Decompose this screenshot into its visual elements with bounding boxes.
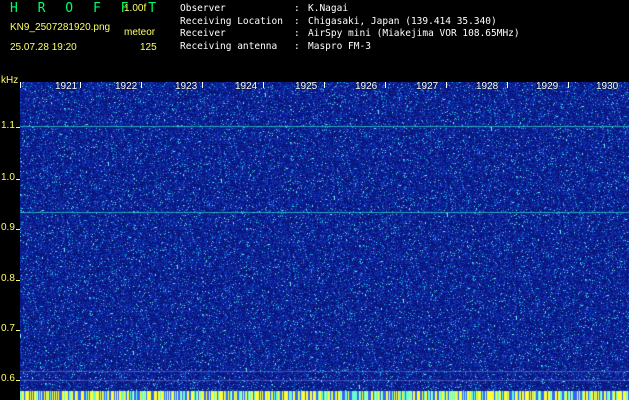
info-separator: : bbox=[294, 40, 300, 52]
spectrogram-plot bbox=[20, 82, 629, 400]
y-tick-label: 1.1 bbox=[1, 120, 15, 131]
header-panel: H R O F F T 1.00f KN9_2507281920.png met… bbox=[0, 0, 629, 78]
frequency-axis: 1.1 1.0 0.9 0.8 0.7 0.6 bbox=[0, 78, 20, 400]
datetime-label: 25.07.28 19:20 bbox=[10, 42, 77, 53]
info-separator: : bbox=[294, 28, 300, 39]
info-row-location: Receiving Location: Chigasaki, Japan (139… bbox=[180, 16, 520, 29]
y-tick-label: 0.7 bbox=[1, 323, 15, 334]
y-tick-label: 0.9 bbox=[1, 222, 15, 233]
station-info: Observer: K.Nagai Receiving Location: Chig… bbox=[180, 3, 520, 53]
info-separator: : bbox=[294, 3, 300, 14]
info-key: Receiver bbox=[180, 28, 226, 39]
version-label: 1.00f bbox=[124, 3, 147, 14]
info-row-antenna: Receiving antenna: Maspro FM-3 bbox=[180, 41, 520, 54]
info-value: AirSpy mini (Miakejima VOR 108.65MHz) bbox=[308, 28, 520, 39]
info-value: K.Nagai bbox=[308, 3, 349, 14]
y-tick-label: 1.0 bbox=[1, 172, 15, 183]
y-tick-label: 0.8 bbox=[1, 273, 15, 284]
filename-label: KN9_2507281920.png bbox=[10, 22, 111, 33]
info-row-observer: Observer: K.Nagai bbox=[180, 3, 520, 16]
info-separator: : bbox=[294, 15, 300, 27]
info-value: Maspro FM-3 bbox=[308, 40, 371, 52]
count-label: 125 bbox=[140, 42, 157, 53]
info-key: Receiving antenna bbox=[180, 40, 278, 52]
info-key: Observer bbox=[180, 3, 226, 14]
mode-label: meteor bbox=[124, 27, 156, 38]
info-key: Receiving Location bbox=[180, 15, 283, 27]
y-tick-label: 0.6 bbox=[1, 373, 15, 384]
spectrogram-canvas bbox=[20, 82, 629, 400]
info-row-receiver: Receiver: AirSpy mini (Miakejima VOR 108.… bbox=[180, 28, 520, 41]
info-value: Chigasaki, Japan (139.414 35.340) bbox=[308, 15, 497, 27]
